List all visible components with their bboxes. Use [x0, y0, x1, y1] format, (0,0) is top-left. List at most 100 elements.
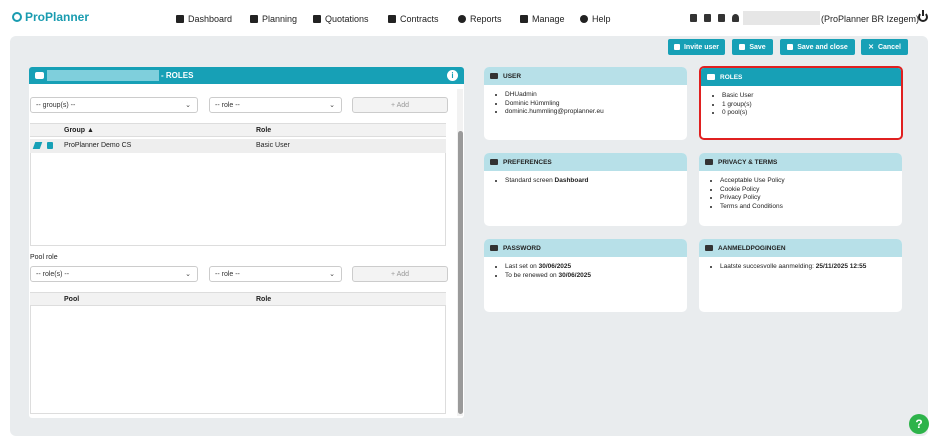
- roles-card-list: Basic User 1 group(s) 0 pool(s): [722, 92, 901, 118]
- group-role-select[interactable]: -- role -- ⌄: [209, 97, 342, 113]
- save-label: Save: [749, 43, 766, 51]
- group-table-header: Group ▲ Role: [30, 123, 446, 137]
- group-select-value: -- group(s) --: [36, 102, 76, 109]
- last-login-label: Laatste succesvolle aanmelding:: [720, 263, 814, 270]
- help-button[interactable]: ?: [909, 414, 929, 434]
- handshake-icon: [705, 159, 713, 165]
- calendar-icon: [250, 15, 258, 23]
- user-card-list: DHUadmin Dominic Hümmling dominic.hummli…: [505, 91, 687, 117]
- pool-select[interactable]: -- role(s) -- ⌄: [30, 266, 198, 282]
- save-button[interactable]: Save: [732, 39, 773, 55]
- save-and-close-label: Save and close: [797, 43, 848, 51]
- last-set-value: 30/06/2025: [538, 263, 572, 270]
- password-card[interactable]: PASSWORD Last set on 30/06/2025 To be re…: [484, 239, 687, 312]
- close-icon: ✕: [868, 44, 874, 51]
- list-item: DHUadmin: [505, 91, 687, 100]
- chevron-down-icon: ⌄: [329, 271, 335, 278]
- pool-column-header[interactable]: Pool: [64, 296, 79, 303]
- clipboard-icon[interactable]: [690, 14, 697, 22]
- role-column-header[interactable]: Role: [256, 127, 271, 134]
- help-icon: ?: [915, 417, 923, 431]
- list-item: Laatste succesvolle aanmelding: 25/11/20…: [720, 263, 902, 272]
- pool-role-select-value: -- role --: [215, 271, 240, 278]
- question-icon: [580, 15, 588, 23]
- power-icon[interactable]: [918, 10, 928, 22]
- add-group-button[interactable]: + Add: [352, 97, 448, 113]
- list-item: To be renewed on 30/06/2025: [505, 272, 687, 281]
- nav-quotations[interactable]: Quotations: [313, 14, 369, 24]
- nav-help-label: Help: [592, 14, 611, 24]
- pool-role-select[interactable]: -- role -- ⌄: [209, 266, 342, 282]
- pool-role-column-header[interactable]: Role: [256, 296, 271, 303]
- save-and-close-button[interactable]: Save and close: [780, 39, 855, 55]
- file-export-icon[interactable]: [704, 14, 711, 22]
- preference-value: Dashboard: [554, 177, 589, 184]
- list-item: Basic User: [722, 92, 901, 101]
- password-card-header: PASSWORD: [484, 239, 687, 257]
- pencil-icon[interactable]: [32, 142, 43, 149]
- roles-panel-header: - ROLES i: [29, 67, 464, 84]
- list-item: Acceptable Use Policy: [720, 177, 902, 186]
- user-card: USER DHUadmin Dominic Hümmling dominic.h…: [484, 67, 687, 140]
- pool-table-body: [30, 306, 446, 414]
- nav-planning-label: Planning: [262, 14, 298, 24]
- nav-manage[interactable]: Manage: [520, 14, 565, 24]
- logo-icon: [12, 12, 22, 22]
- sliders-icon: [490, 159, 498, 165]
- chevron-down-icon: ⌄: [185, 102, 191, 109]
- nav-dashboard[interactable]: Dashboard: [176, 14, 232, 24]
- app-logo[interactable]: ProPlanner: [12, 10, 89, 24]
- scrollbar-thumb[interactable]: [458, 131, 463, 414]
- document-icon: [313, 15, 321, 23]
- list-item: 1 group(s): [722, 101, 901, 110]
- preferences-card[interactable]: PREFERENCES Standard screen Dashboard: [484, 153, 687, 226]
- nav-quotations-label: Quotations: [325, 14, 369, 24]
- lock-icon: [490, 245, 498, 251]
- add-pool-label: + Add: [390, 270, 410, 278]
- invite-user-button[interactable]: Invite user: [668, 39, 725, 55]
- pie-chart-icon: [458, 15, 466, 23]
- privacy-card-title: PRIVACY & TERMS: [718, 158, 778, 166]
- save-icon: [739, 44, 746, 50]
- dashboard-icon: [176, 15, 184, 23]
- nav-manage-label: Manage: [532, 14, 565, 24]
- user-card-title: USER: [503, 72, 522, 80]
- user-icon[interactable]: [732, 14, 739, 22]
- list-item: 0 pool(s): [722, 109, 901, 118]
- megaphone-icon[interactable]: [718, 14, 725, 22]
- nav-planning[interactable]: Planning: [250, 14, 297, 24]
- group-role-select-value: -- role --: [215, 102, 240, 109]
- preference-label: Standard screen: [505, 177, 553, 184]
- app-name: ProPlanner: [25, 10, 90, 24]
- nav-dashboard-label: Dashboard: [188, 14, 233, 24]
- info-icon[interactable]: i: [447, 70, 458, 81]
- add-pool-button[interactable]: + Add: [352, 266, 448, 282]
- top-navigation: ProPlanner Dashboard Planning Quotations…: [0, 0, 940, 38]
- login-attempts-card[interactable]: AANMELDPOGINGEN Laatste succesvolle aanm…: [699, 239, 902, 312]
- privacy-card-list: Acceptable Use Policy Cookie Policy Priv…: [720, 177, 902, 211]
- preferences-card-title: PREFERENCES: [503, 158, 552, 166]
- list-item: Cookie Policy: [720, 186, 902, 195]
- password-card-list: Last set on 30/06/2025 To be renewed on …: [505, 263, 687, 280]
- login-attempts-card-list: Laatste succesvolle aanmelding: 25/11/20…: [720, 263, 902, 272]
- nav-help[interactable]: Help: [580, 14, 611, 24]
- privacy-card[interactable]: PRIVACY & TERMS Acceptable Use Policy Co…: [699, 153, 902, 226]
- group-select[interactable]: -- group(s) -- ⌄: [30, 97, 198, 113]
- roles-card-title: ROLES: [720, 73, 743, 81]
- table-row[interactable]: ProPlanner Demo CS Basic User: [30, 139, 446, 153]
- roles-card-header: ROLES: [701, 68, 901, 86]
- cancel-button[interactable]: ✕ Cancel: [861, 39, 908, 55]
- list-item: Dominic Hümmling: [505, 100, 687, 109]
- roles-card[interactable]: ROLES Basic User 1 group(s) 0 pool(s): [699, 66, 903, 140]
- user-org-name[interactable]: (ProPlanner BR Izegem): [821, 14, 919, 24]
- chevron-down-icon: ⌄: [185, 271, 191, 278]
- nav-reports[interactable]: Reports: [458, 14, 502, 24]
- list-item: Last set on 30/06/2025: [505, 263, 687, 272]
- group-column-header[interactable]: Group ▲: [64, 127, 94, 134]
- pool-role-label: Pool role: [30, 254, 58, 261]
- redacted-username: [743, 11, 820, 25]
- nav-contracts[interactable]: Contracts: [388, 14, 439, 24]
- trash-icon[interactable]: [47, 142, 53, 149]
- list-item: Standard screen Dashboard: [505, 177, 687, 186]
- list-icon: [520, 15, 528, 23]
